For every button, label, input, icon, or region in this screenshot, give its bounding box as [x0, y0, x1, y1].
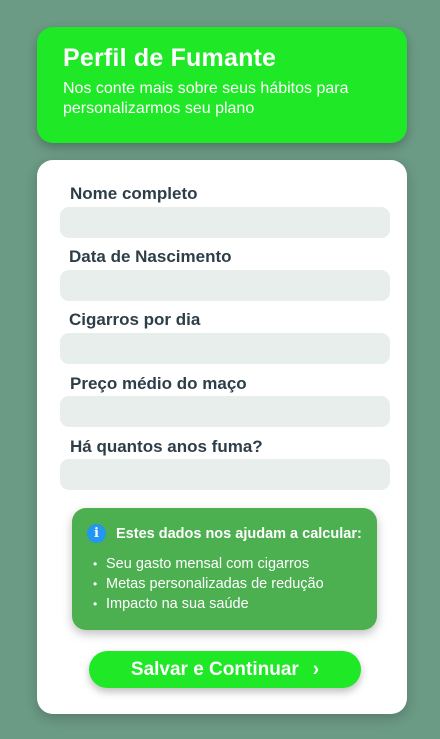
- list-item-text: Metas personalizadas de redução: [106, 576, 324, 592]
- info-header: i Estes dados nos ajudam a calcular:: [87, 524, 362, 543]
- chevron-right-icon: ›: [312, 657, 320, 681]
- full-name-input[interactable]: [60, 207, 390, 238]
- info-title: Estes dados nos ajudam a calcular:: [116, 525, 362, 542]
- years-smoking-label: Há quantos anos fuma?: [70, 437, 263, 456]
- bullet-icon: •: [93, 597, 98, 611]
- list-item: • Impacto na sua saúde: [93, 594, 362, 614]
- bullet-icon: •: [93, 577, 98, 591]
- info-list: • Seu gasto mensal com cigarros • Metas pe…: [87, 554, 362, 614]
- cigarettes-per-day-input[interactable]: [60, 333, 390, 364]
- birth-date-label: Data de Nascimento: [69, 247, 232, 266]
- page-title: Perfil de Fumante: [63, 44, 277, 72]
- list-item: • Seu gasto mensal com cigarros: [93, 554, 362, 574]
- save-button-label: Salvar e Continuar: [130, 658, 299, 680]
- list-item-text: Seu gasto mensal com cigarros: [106, 556, 310, 572]
- full-name-label: Nome completo: [70, 184, 198, 203]
- list-item-text: Impacto na sua saúde: [106, 596, 249, 612]
- save-continue-button[interactable]: Salvar e Continuar ›: [89, 651, 361, 688]
- birth-date-input[interactable]: [60, 270, 390, 301]
- profile-form: Nome completo Data de Nascimento Cigarro…: [37, 160, 407, 714]
- list-item: • Metas personalizadas de redução: [93, 574, 362, 594]
- pack-price-input[interactable]: [60, 396, 390, 427]
- info-box: i Estes dados nos ajudam a calcular: • Se…: [72, 508, 377, 630]
- info-icon: i: [87, 524, 106, 543]
- cigarettes-per-day-label: Cigarros por dia: [69, 310, 201, 329]
- pack-price-label: Preço médio do maço: [70, 374, 247, 393]
- header-card: Perfil de Fumante Nos conte mais sobre s…: [37, 27, 407, 143]
- years-smoking-input[interactable]: [60, 459, 390, 490]
- bullet-icon: •: [93, 557, 98, 571]
- page-subtitle: Nos conte mais sobre seus hábitos para p…: [63, 80, 349, 117]
- page: Perfil de Fumante Nos conte mais sobre s…: [0, 0, 440, 739]
